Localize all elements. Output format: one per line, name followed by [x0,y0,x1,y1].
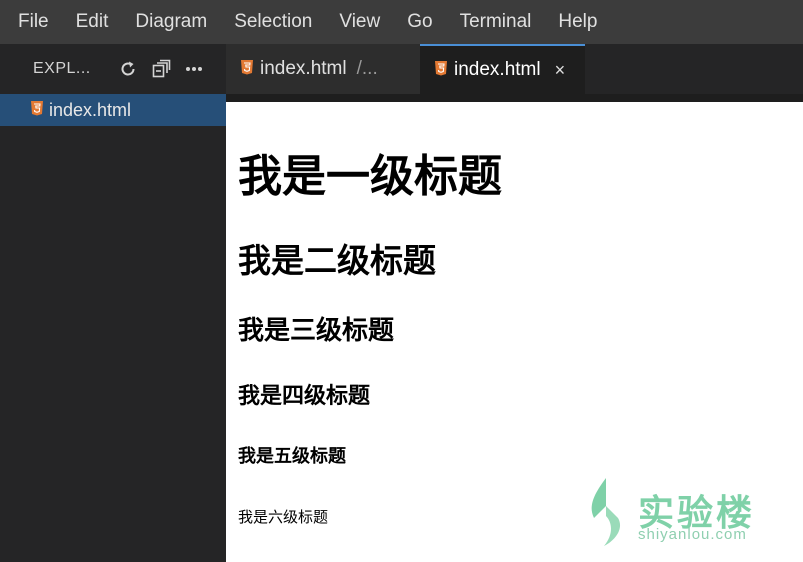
heading-2: 我是二级标题 [238,241,436,280]
html5-icon [240,59,254,80]
explorer-title: EXPL... [33,60,91,77]
file-item-index-html[interactable]: index.html [0,94,226,126]
heading-3: 我是三级标题 [238,316,395,346]
menu-file[interactable]: File [0,0,62,44]
heading-6: 我是六级标题 [238,508,329,526]
more-icon[interactable] [182,57,206,81]
tab-label: index.html [260,58,347,79]
menu-view[interactable]: View [325,0,393,44]
refresh-icon[interactable] [116,57,140,81]
menu-go[interactable]: Go [393,0,445,44]
menu-edit[interactable]: Edit [62,0,122,44]
heading-4: 我是四级标题 [238,384,371,409]
heading-5: 我是五级标题 [238,446,346,467]
shiyanlou-watermark: 实验楼 shiyanlou.com [580,474,780,554]
editor-tab-bar: index.html /... index.html × [226,44,803,94]
explorer-sidebar: EXPL... index.html [0,44,226,562]
preview-toolbar-gap [226,94,803,102]
tab-path: /... [356,58,378,79]
html5-icon [434,60,448,81]
watermark-domain: shiyanlou.com [638,526,747,543]
tab-label: index.html [454,59,541,80]
menu-terminal[interactable]: Terminal [446,0,545,44]
explorer-header: EXPL... [0,44,226,94]
collapse-all-icon[interactable] [149,57,173,81]
close-icon[interactable]: × [555,60,566,81]
shiyanlou-logo-icon [591,478,621,546]
menu-selection[interactable]: Selection [220,0,325,44]
heading-1: 我是一级标题 [238,151,502,202]
menu-diagram[interactable]: Diagram [121,0,220,44]
menu-help[interactable]: Help [544,0,610,44]
tab-index-html-preview[interactable]: index.html × [420,44,585,94]
html5-icon [30,100,44,121]
file-item-label: index.html [49,99,132,120]
tab-index-html-source[interactable]: index.html /... [226,44,420,94]
menu-bar: File Edit Diagram Selection View Go Term… [0,0,803,44]
